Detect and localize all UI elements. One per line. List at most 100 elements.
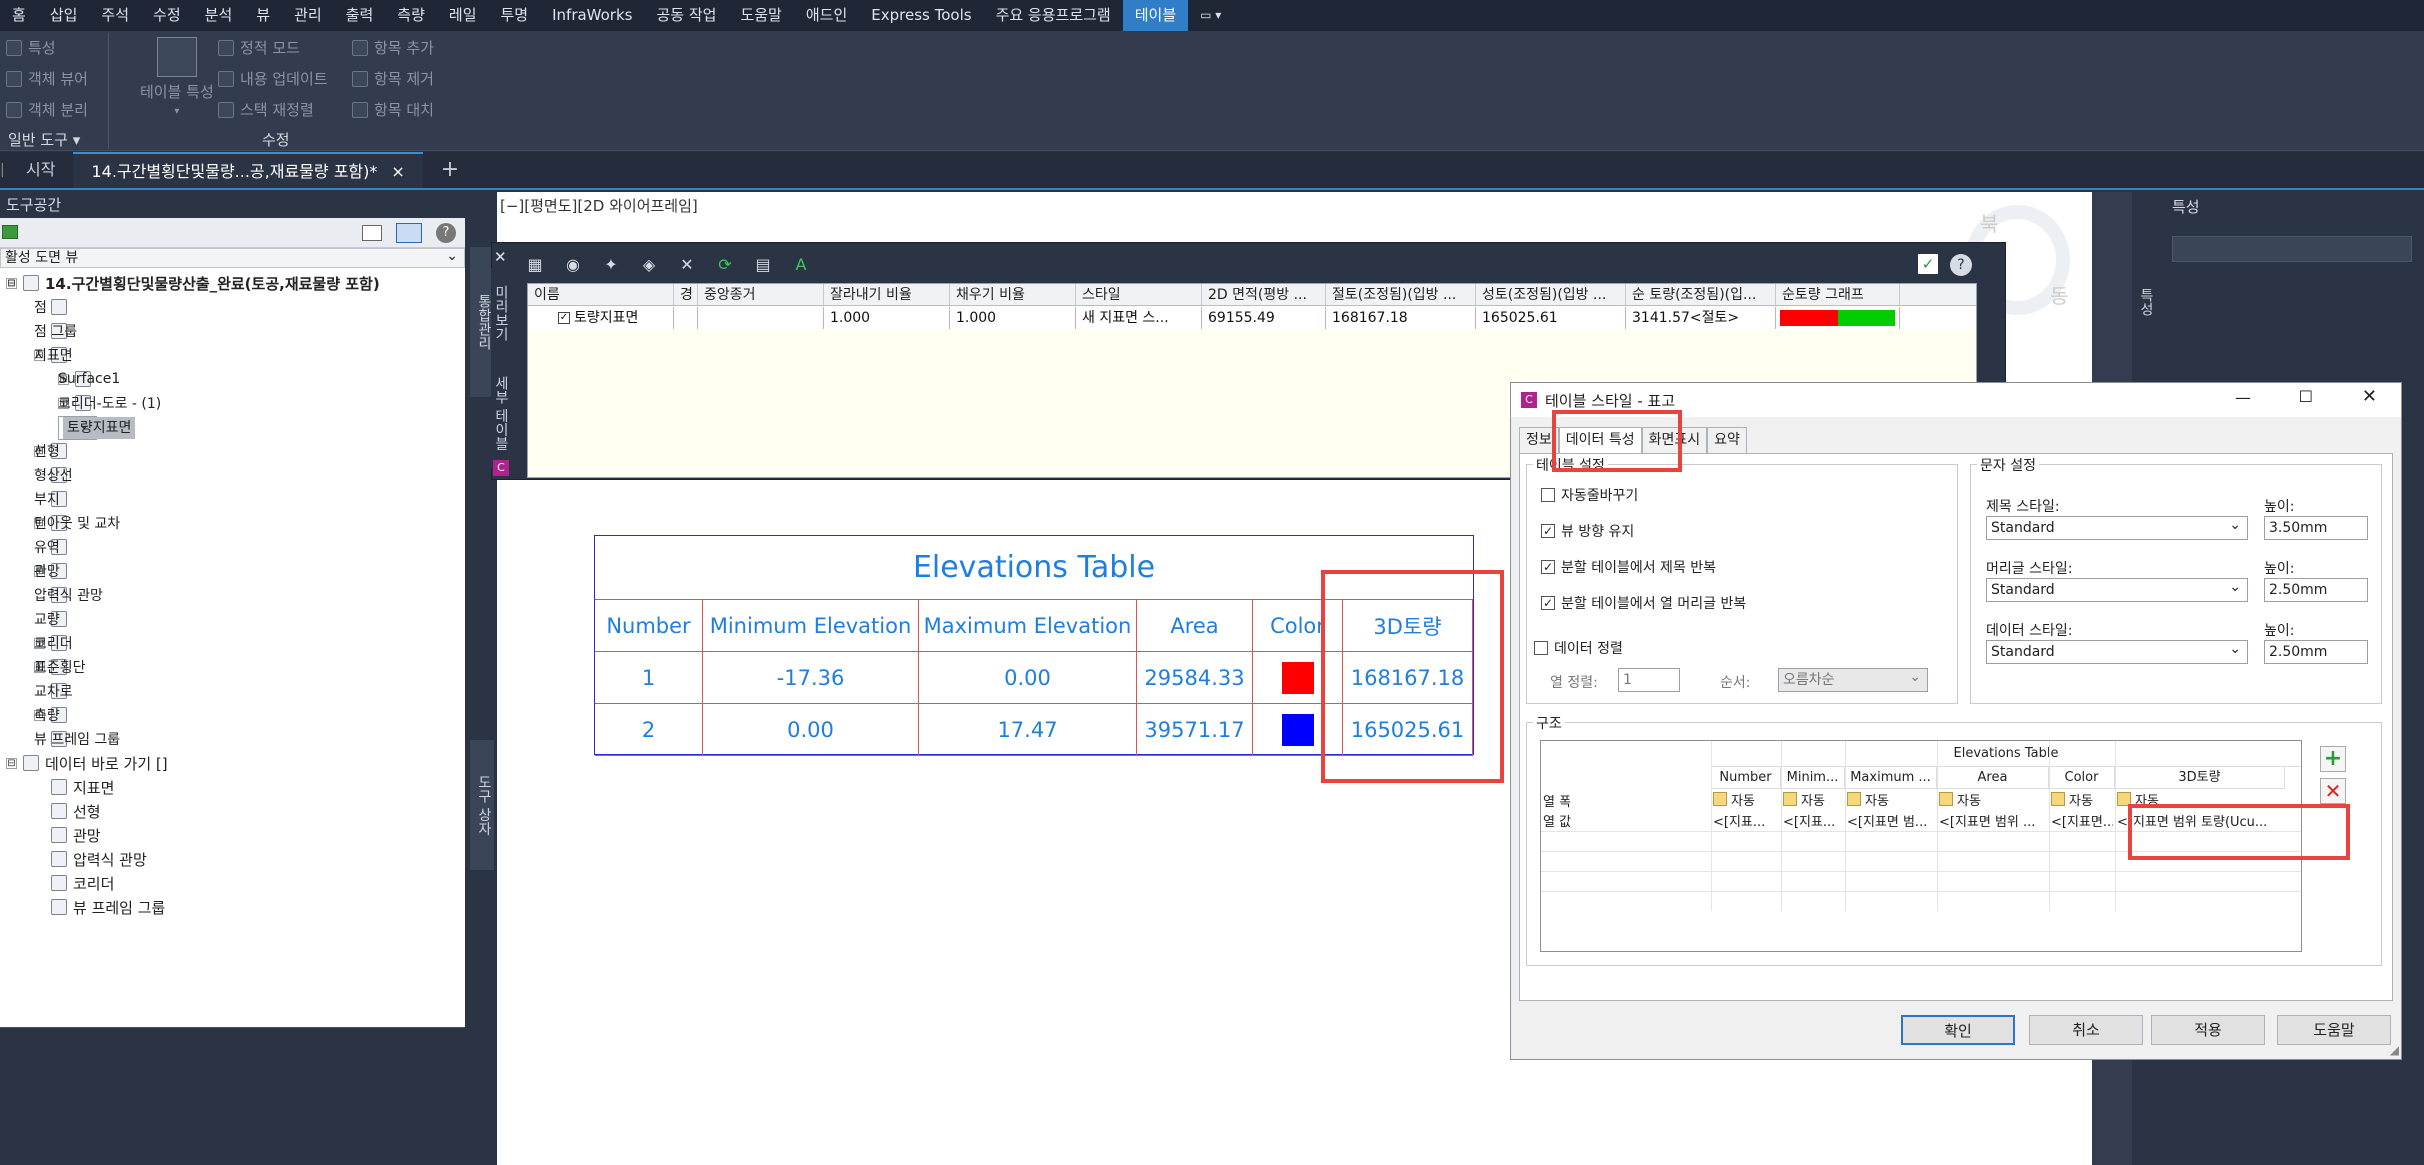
structure-value-cell[interactable]: <[지표면 범위 ...	[1939, 811, 2047, 831]
row-style[interactable]: 새 지표면 스...	[1076, 307, 1202, 329]
tree-node[interactable]: 형상선	[34, 464, 73, 486]
grid-header-cell[interactable]: 이름	[528, 284, 674, 305]
width-lock-icon[interactable]	[1713, 792, 1727, 806]
structure-value-cell[interactable]: <[지표면...	[2051, 811, 2113, 831]
table-setting-checkbox[interactable]: 자동줄바꾸기	[1541, 485, 1638, 505]
properties-combo[interactable]	[2172, 236, 2412, 262]
ribbon-object-viewer[interactable]: 객체 뷰어	[6, 68, 88, 89]
add-icon[interactable]: ✦	[601, 256, 621, 274]
structure-header-cell[interactable]: Maximum ...	[1845, 767, 1937, 789]
checkbox-box[interactable]: ✓	[1541, 560, 1555, 574]
compass-north[interactable]: 북	[1980, 208, 1998, 237]
title-height-input[interactable]: 3.50mm	[2264, 516, 2368, 540]
checkbox-box[interactable]: ✓	[1541, 524, 1555, 538]
structure-value-cell[interactable]: <[지표...	[1783, 811, 1843, 831]
delete-icon[interactable]: ✕	[677, 256, 697, 274]
maximize-icon[interactable]: ☐	[2299, 387, 2313, 406]
help-icon[interactable]: ?	[436, 223, 456, 243]
add-column-icon[interactable]: +	[2320, 746, 2346, 772]
ribbon-object-isolate[interactable]: 객체 분리	[6, 99, 88, 120]
structure-header-cell[interactable]: Minim...	[1781, 767, 1845, 789]
side-tab-preview[interactable]: 미리보기	[491, 268, 511, 358]
tree-node[interactable]: ⊟ 지표면	[34, 344, 73, 366]
structure-width-cell[interactable]: 자동	[1939, 789, 2047, 809]
refresh-icon[interactable]: ⟳	[715, 256, 735, 274]
tree-shortcut-node[interactable]: 선형	[34, 800, 101, 822]
style-icon[interactable]: A	[791, 256, 811, 274]
tree-node[interactable]: ⊞ 코리더	[34, 632, 73, 654]
menu-item[interactable]: 레일	[437, 0, 489, 31]
tree-node[interactable]: ⊞토량지표면	[58, 414, 136, 440]
ribbon-restack[interactable]: 스택 재정렬	[218, 99, 314, 120]
row-cut-ratio[interactable]: 1.000	[824, 307, 950, 329]
grid-header-cell[interactable]: 순 토량(조정됨)(입...	[1626, 284, 1776, 305]
menu-item[interactable]: 주석	[89, 0, 141, 31]
structure-width-cell[interactable]: 자동	[1713, 789, 1779, 809]
tree-node[interactable]: ⊞ Surface1	[58, 368, 120, 390]
sort-column-input[interactable]: 1	[1618, 668, 1680, 692]
dialog-button[interactable]: 도움말	[2277, 1015, 2391, 1045]
viewport-label[interactable]: [−][평면도][2D 와이어프레임]	[500, 195, 698, 216]
tree-node[interactable]: ⊞ 턴아웃 및 교차	[34, 512, 120, 534]
ribbon-replace-item[interactable]: 항목 대치	[352, 99, 434, 120]
checkbox-box[interactable]: ✓	[1541, 596, 1555, 610]
grid-header-cell[interactable]: 순토량 그래프	[1776, 284, 1900, 305]
prospector-icon[interactable]	[2, 225, 18, 239]
ribbon-static-mode[interactable]: 정적 모드	[218, 37, 300, 58]
side-tab-toolbox[interactable]: 도구 상자	[470, 740, 494, 870]
grid-header-cell[interactable]: 잘라내기 비율	[824, 284, 950, 305]
menu-item[interactable]: 관리	[282, 0, 334, 31]
table-setting-checkbox[interactable]: ✓ 분할 테이블에서 열 머리글 반복	[1541, 593, 1746, 613]
table-setting-checkbox[interactable]: ✓ 분할 테이블에서 제목 반복	[1541, 557, 1716, 577]
table-properties-button[interactable]: 테이블 특성 ▾	[140, 37, 214, 117]
workspace-dropdown-icon[interactable]: ▭ ▾	[1188, 0, 1233, 31]
tree-node[interactable]: 점	[34, 296, 67, 318]
title-style-select[interactable]: Standard	[1986, 514, 2248, 540]
help-icon[interactable]: ?	[1950, 254, 1972, 276]
new-tab-button[interactable]: +	[423, 152, 477, 188]
tab-current-drawing[interactable]: 14.구간별횡단및물량...공,재료물량 포함)* ×	[73, 152, 423, 188]
ribbon-remove-item[interactable]: 항목 제거	[352, 68, 434, 89]
tree-node[interactable]: 뷰 프레임 그룹	[34, 728, 120, 750]
menu-item[interactable]: 테이블	[1122, 0, 1189, 31]
grid-header-cell[interactable]: 경	[674, 284, 698, 305]
tree-shortcut-node[interactable]: 뷰 프레임 그룹	[34, 896, 165, 918]
data-height-input[interactable]: 2.50mm	[2264, 640, 2368, 664]
tree-shortcut-node[interactable]: 지표면	[34, 776, 114, 798]
data-style-select[interactable]: Standard	[1986, 638, 2248, 664]
view-combo[interactable]: 활성 도면 뷰 ⌄	[0, 248, 465, 268]
tree-node[interactable]: ⊞ 코리더-도로 - (1)	[58, 392, 161, 414]
dialog-button[interactable]: 적용	[2151, 1015, 2265, 1045]
tree-node[interactable]: 교차로	[34, 680, 73, 702]
tree-node[interactable]: ⊞ 선형	[34, 440, 67, 462]
menu-item[interactable]: 분석	[193, 0, 245, 31]
general-tools-panel-label[interactable]: 일반 도구 ▾	[8, 129, 80, 150]
menu-item[interactable]: Express Tools	[859, 0, 983, 31]
grid-header-cell[interactable]: 절토(조정됨)(입방 ...	[1326, 284, 1476, 305]
grid-header-cell[interactable]: 중앙종거	[698, 284, 824, 305]
panorama-close-icon[interactable]: ✕	[494, 248, 507, 266]
report-icon[interactable]: ▤	[753, 256, 773, 274]
grid-header-cell[interactable]: 스타일	[1076, 284, 1202, 305]
edit-icon[interactable]: ◈	[639, 256, 659, 274]
tree-node[interactable]: 교량	[34, 608, 67, 630]
resize-grip-icon[interactable]: ◢	[2390, 1043, 2399, 1057]
grid-header-cell[interactable]: 2D 면적(평방 ...	[1202, 284, 1326, 305]
list-view-icon[interactable]	[396, 223, 422, 243]
menu-item[interactable]: 삽입	[38, 0, 90, 31]
ribbon-update-content[interactable]: 내용 업데이트	[218, 68, 328, 89]
dialog-tab[interactable]: 요약	[1707, 427, 1747, 453]
ribbon-add-item[interactable]: 항목 추가	[352, 37, 434, 58]
collapse-icon[interactable]: ⊟	[6, 277, 17, 289]
delete-column-icon[interactable]: ✕	[2320, 778, 2346, 804]
structure-width-cell[interactable]: 자동	[1847, 789, 1935, 809]
menu-item[interactable]: 애드인	[794, 0, 859, 31]
menu-item[interactable]: 투명	[489, 0, 541, 31]
grid-header-cell[interactable]: 성토(조정됨)(입방 ...	[1476, 284, 1626, 305]
width-lock-icon[interactable]	[1939, 792, 1953, 806]
structure-header-cell[interactable]: Number	[1711, 767, 1781, 789]
structure-width-cell[interactable]: 자동	[1783, 789, 1843, 809]
menu-item[interactable]: 측량	[385, 0, 437, 31]
menu-item[interactable]: 도움말	[728, 0, 793, 31]
menu-item[interactable]: 뷰	[244, 0, 282, 31]
